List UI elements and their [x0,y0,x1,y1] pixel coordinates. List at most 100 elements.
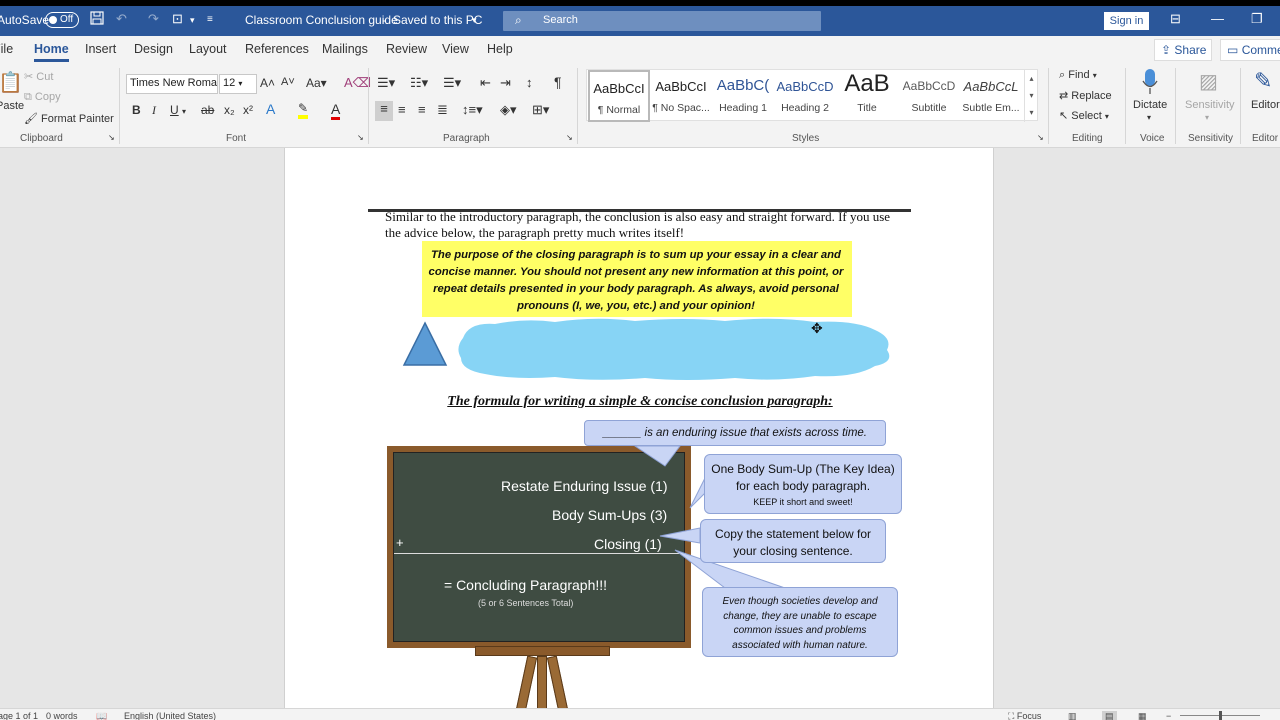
strikethrough-icon[interactable]: ab [201,103,214,117]
style-subtitle[interactable]: AaBbCcD Subtitle [898,70,960,122]
paste-icon[interactable]: 📋 [0,70,23,95]
callout-copy[interactable]: Copy the statement below for your closin… [700,519,886,563]
tab-view[interactable]: View [442,42,469,56]
clear-formatting-icon[interactable]: A⌫ [344,75,371,91]
search-box[interactable]: ⌕ Search [503,11,821,31]
find-button[interactable]: ⌕ Find ▾ [1059,69,1097,82]
style-normal[interactable]: AaBbCcI ¶ Normal [588,70,650,122]
bold-icon[interactable]: B [132,103,141,117]
font-color-icon[interactable]: A [331,101,341,120]
dictate-button[interactable]: Dictate [1133,99,1167,111]
superscript-icon[interactable]: x² [243,103,253,117]
justify-icon[interactable]: ≣ [437,102,448,118]
comments-button[interactable]: ▭ Comments [1220,39,1280,61]
highlight-icon[interactable]: ✎ [298,101,309,119]
tab-insert[interactable]: Insert [85,42,116,56]
gallery-scroll[interactable]: ▴ ▾ ▾ [1024,70,1038,122]
word-count[interactable]: 0 words [46,711,78,720]
chevron-down-icon[interactable]: ▾ [190,15,195,26]
share-button[interactable]: ⇪ Share [1154,39,1212,61]
borders-icon[interactable]: ⊞▾ [532,102,549,118]
proofing-icon[interactable]: 📖 [96,711,107,720]
page-count[interactable]: Page 1 of 1 [0,711,38,720]
align-center-icon[interactable]: ≡ [398,102,406,117]
tab-home[interactable]: Home [34,42,69,62]
focus-button[interactable]: ⛶ Focus [1008,711,1041,720]
underline-icon[interactable]: U [170,103,179,117]
ribbon-display-icon[interactable]: ⊟ [1170,11,1181,27]
format-icon[interactable]: ⊡ [172,11,183,27]
zoom-slider-thumb[interactable] [1219,711,1222,720]
sort-icon[interactable]: ↕ [526,75,533,90]
document-page[interactable]: Similar to the introductory paragraph, t… [284,148,994,708]
tab-help[interactable]: Help [487,42,513,56]
cut-button[interactable]: ✂ Cut [24,70,53,83]
dialog-launcher-icon[interactable]: ↘ [1037,133,1044,142]
document-title[interactable]: Classroom Conclusion guide [245,13,398,27]
sensitivity-button[interactable]: Sensitivity [1185,99,1235,111]
print-layout-icon[interactable]: ▤ [1102,711,1117,720]
microphone-icon[interactable] [1141,68,1159,99]
redo-icon[interactable]: ↷ [148,11,159,27]
chevron-down-icon[interactable]: ▾ [1147,113,1151,122]
format-painter-button[interactable]: 🖌 Format Painter [24,112,114,125]
style-heading-2[interactable]: AaBbCcD Heading 2 [774,70,836,122]
tab-mailings[interactable]: Mailings [322,42,368,56]
save-icon[interactable] [90,11,104,28]
style-no-spacing[interactable]: AaBbCcI ¶ No Spac... [650,70,712,122]
style-title[interactable]: AaB Title [836,70,898,122]
line-spacing-icon[interactable]: ↕≡▾ [462,102,483,118]
paste-button[interactable]: Paste [0,100,24,112]
subscript-icon[interactable]: x₂ [224,103,235,117]
multilevel-list-icon[interactable]: ☰▾ [443,75,461,91]
sensitivity-icon[interactable]: ▨ [1199,69,1218,94]
shading-icon[interactable]: ◈▾ [500,102,517,118]
minimize-icon[interactable]: — [1211,11,1224,26]
chevron-down-icon[interactable]: ▾ [182,107,186,116]
chevron-down-icon[interactable]: ▾ [472,15,477,26]
callout-bodysum[interactable]: One Body Sum-Up (The Key Idea) for each … [704,454,902,514]
web-layout-icon[interactable]: ▦ [1138,711,1147,720]
editor-icon[interactable]: ✎ [1254,68,1272,94]
replace-button[interactable]: ⇄ Replace [1059,89,1112,102]
select-button[interactable]: ↖ Select ▾ [1059,109,1109,122]
autosave-toggle[interactable]: Off [45,12,79,28]
decrease-indent-icon[interactable]: ⇤ [480,75,491,91]
font-size-combo[interactable]: 12 ▾ [219,74,257,94]
italic-icon[interactable]: I [152,103,156,118]
copy-button[interactable]: ⧉ Copy [24,91,61,104]
show-formatting-icon[interactable]: ¶ [554,74,562,90]
undo-icon[interactable]: ↶ [116,11,127,27]
save-status[interactable]: Saved to this PC [393,13,482,27]
align-left-icon[interactable]: ≡ [375,101,393,121]
text-effects-icon[interactable]: A [266,101,275,117]
tab-layout[interactable]: Layout [189,42,227,56]
chevron-down-icon[interactable]: ▾ [1205,113,1209,122]
grow-font-icon[interactable]: A˄ [260,76,275,90]
tab-design[interactable]: Design [134,42,173,56]
language[interactable]: English (United States) [124,711,216,720]
editor-button[interactable]: Editor [1251,99,1280,111]
sign-in-button[interactable]: Sign in [1104,12,1149,30]
style-heading-1[interactable]: AaBbC( Heading 1 [712,70,774,122]
align-right-icon[interactable]: ≡ [418,102,426,117]
increase-indent-icon[interactable]: ⇥ [500,75,511,91]
dialog-launcher-icon[interactable]: ↘ [566,133,573,142]
tab-references[interactable]: References [245,42,309,56]
numbering-icon[interactable]: ☷▾ [410,75,428,91]
font-name-combo[interactable]: Times New Roman [126,74,218,94]
callout-enduring[interactable]: ______ is an enduring issue that exists … [584,420,886,446]
restore-icon[interactable]: ❐ [1251,11,1263,27]
tab-review[interactable]: Review [386,42,427,56]
callout-statement[interactable]: Even though societies develop and change… [702,587,898,657]
dialog-launcher-icon[interactable]: ↘ [108,133,115,142]
zoom-out-icon[interactable]: − [1166,711,1171,720]
customize-qat-icon[interactable]: ≡ [207,14,213,25]
dialog-launcher-icon[interactable]: ↘ [357,133,364,142]
change-case-icon[interactable]: Aa▾ [306,76,327,90]
tab-file[interactable]: File [0,42,13,56]
style-subtle-emphasis[interactable]: AaBbCcL Subtle Em... [960,70,1022,122]
shrink-font-icon[interactable]: A˅ [281,76,295,88]
read-mode-icon[interactable]: ▥ [1068,711,1077,720]
bullets-icon[interactable]: ☰▾ [377,75,395,91]
